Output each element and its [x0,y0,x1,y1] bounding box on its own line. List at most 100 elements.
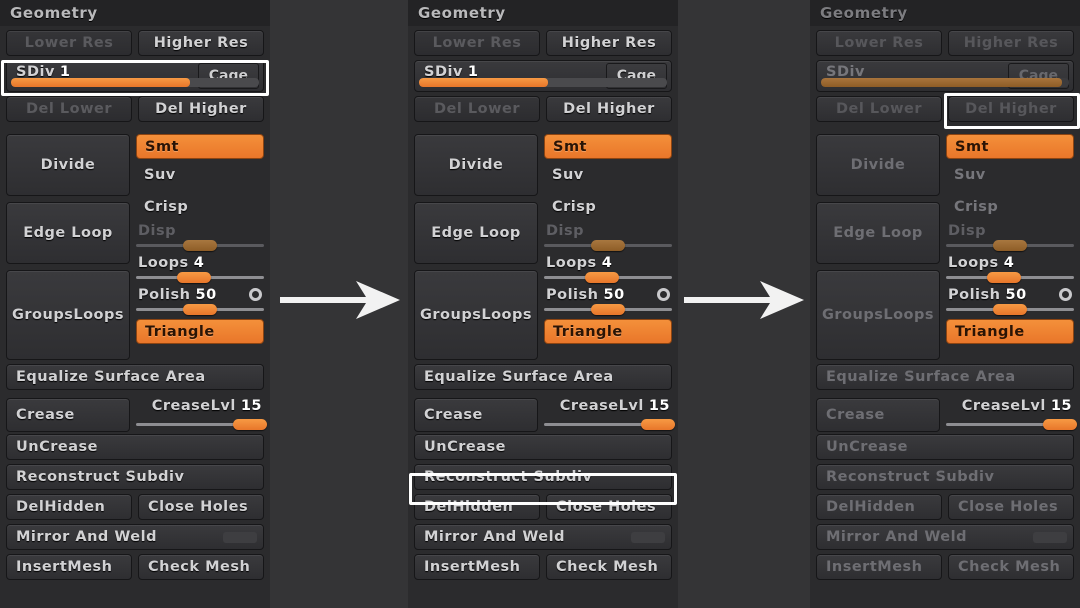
insert-mesh-button[interactable]: InsertMesh [6,554,132,580]
suv-toggle[interactable]: Suv [136,159,264,191]
edge-loop-button[interactable]: Edge Loop [414,202,538,264]
polish-circle-icon[interactable] [657,288,670,301]
loops-knob[interactable] [584,272,619,283]
higher-res-button[interactable]: Higher Res [546,30,672,56]
groups-loops-button[interactable]: GroupsLoops [414,270,538,360]
divide-button[interactable]: Divide [816,134,940,196]
crease-level-slider[interactable]: CreaseLvl 15 [946,398,1077,432]
del-higher-button[interactable]: Del Higher [948,96,1074,122]
sdiv-slider[interactable]: SDiv 1 Cage [6,60,264,92]
equalize-surface-area-button[interactable]: Equalize Surface Area [816,364,1074,390]
divide-button[interactable]: Divide [414,134,538,196]
polish-knob[interactable] [183,304,217,315]
loops-knob[interactable] [176,272,211,283]
crease-level-knob[interactable] [1042,419,1077,430]
disp-knob[interactable] [591,240,625,251]
sdiv-fill-track[interactable] [419,78,667,87]
del-lower-button[interactable]: Del Lower [414,96,540,122]
polish-knob[interactable] [591,304,625,315]
del-higher-button[interactable]: Del Higher [546,96,672,122]
groups-loops-button[interactable]: GroupsLoops [816,270,940,360]
suv-toggle[interactable]: Suv [946,159,1074,191]
smt-toggle[interactable]: Smt [544,134,672,159]
sdiv-slider[interactable]: SDiv 1 Cage [414,60,672,92]
crease-level-label-text: CreaseLvl [151,398,236,414]
del-hidden-button[interactable]: DelHidden [414,494,540,520]
crisp-toggle[interactable]: Crisp [544,191,672,223]
equalize-surface-area-button[interactable]: Equalize Surface Area [414,364,672,390]
lower-res-button[interactable]: Lower Res [6,30,132,56]
reconstruct-subdiv-button[interactable]: Reconstruct Subdiv [816,464,1074,490]
groups-loops-button[interactable]: GroupsLoops [6,270,130,360]
del-hidden-button[interactable]: DelHidden [6,494,132,520]
suv-toggle[interactable]: Suv [544,159,672,191]
edge-loop-button[interactable]: Edge Loop [816,202,940,264]
higher-res-button[interactable]: Higher Res [138,30,264,56]
mirror-and-weld-button[interactable]: Mirror And Weld [6,524,264,550]
triangle-toggle[interactable]: Triangle [136,319,264,344]
lower-res-button[interactable]: Lower Res [414,30,540,56]
sdiv-fill-track[interactable] [821,78,1069,87]
polish-knob[interactable] [993,304,1027,315]
disp-knob[interactable] [993,240,1027,251]
uncrease-button[interactable]: UnCrease [414,434,672,460]
insert-mesh-button[interactable]: InsertMesh [414,554,540,580]
crease-level-knob[interactable] [232,419,267,430]
crease-level-label-text: CreaseLvl [961,398,1046,414]
crease-level-slider[interactable]: CreaseLvl 15 [544,398,675,432]
loops-knob[interactable] [986,272,1021,283]
smt-toggle[interactable]: Smt [136,134,264,159]
reconstruct-subdiv-button[interactable]: Reconstruct Subdiv [414,464,672,490]
higher-res-button[interactable]: Higher Res [948,30,1074,56]
del-lower-button[interactable]: Del Lower [6,96,132,122]
del-hidden-button[interactable]: DelHidden [816,494,942,520]
close-holes-button[interactable]: Close Holes [948,494,1074,520]
disp-slider[interactable]: Disp [136,223,264,253]
check-mesh-button[interactable]: Check Mesh [948,554,1074,580]
del-lower-button[interactable]: Del Lower [816,96,942,122]
insert-mesh-button[interactable]: InsertMesh [816,554,942,580]
crease-button[interactable]: Crease [414,398,538,432]
uncrease-button[interactable]: UnCrease [6,434,264,460]
disp-slider[interactable]: Disp [544,223,672,253]
sdiv-slider[interactable]: SDiv Cage [816,60,1074,92]
close-holes-button[interactable]: Close Holes [138,494,264,520]
uncrease-button[interactable]: UnCrease [816,434,1074,460]
equalize-surface-area-button[interactable]: Equalize Surface Area [6,364,264,390]
mirror-and-weld-button[interactable]: Mirror And Weld [414,524,672,550]
polish-slider[interactable]: Polish 50 [136,287,264,317]
disp-slider[interactable]: Disp [946,223,1074,253]
crease-button[interactable]: Crease [6,398,130,432]
loops-slider[interactable]: Loops 4 [544,255,672,285]
disp-knob[interactable] [183,240,217,251]
check-mesh-button[interactable]: Check Mesh [138,554,264,580]
polish-circle-icon[interactable] [1059,288,1072,301]
triangle-toggle[interactable]: Triangle [544,319,672,344]
sdiv-fill-track[interactable] [11,78,259,87]
del-row: Del Lower Del Higher [816,96,1074,122]
polish-slider[interactable]: Polish 50 [946,287,1074,317]
loops-slider[interactable]: Loops 4 [946,255,1074,285]
reconstruct-subdiv-button[interactable]: Reconstruct Subdiv [6,464,264,490]
crisp-toggle[interactable]: Crisp [136,191,264,223]
loops-slider[interactable]: Loops 4 [136,255,264,285]
edge-loop-button[interactable]: Edge Loop [6,202,130,264]
lower-res-button[interactable]: Lower Res [816,30,942,56]
crease-level-knob[interactable] [640,419,675,430]
crease-button[interactable]: Crease [816,398,940,432]
triangle-toggle[interactable]: Triangle [946,319,1074,344]
crisp-toggle[interactable]: Crisp [946,191,1074,223]
mirror-axis-bar [223,532,257,543]
polish-circle-icon[interactable] [249,288,262,301]
sdiv-fill [11,78,190,87]
smt-toggle[interactable]: Smt [946,134,1074,159]
mesh-tools-right: Smt Suv Crisp Disp Loops 4 Polish 50 Tri… [946,134,1074,360]
crease-level-slider[interactable]: CreaseLvl 15 [136,398,267,432]
check-mesh-button[interactable]: Check Mesh [546,554,672,580]
polish-slider[interactable]: Polish 50 [544,287,672,317]
close-holes-button[interactable]: Close Holes [546,494,672,520]
del-higher-button[interactable]: Del Higher [138,96,264,122]
divide-button[interactable]: Divide [6,134,130,196]
mirror-and-weld-button[interactable]: Mirror And Weld [816,524,1074,550]
